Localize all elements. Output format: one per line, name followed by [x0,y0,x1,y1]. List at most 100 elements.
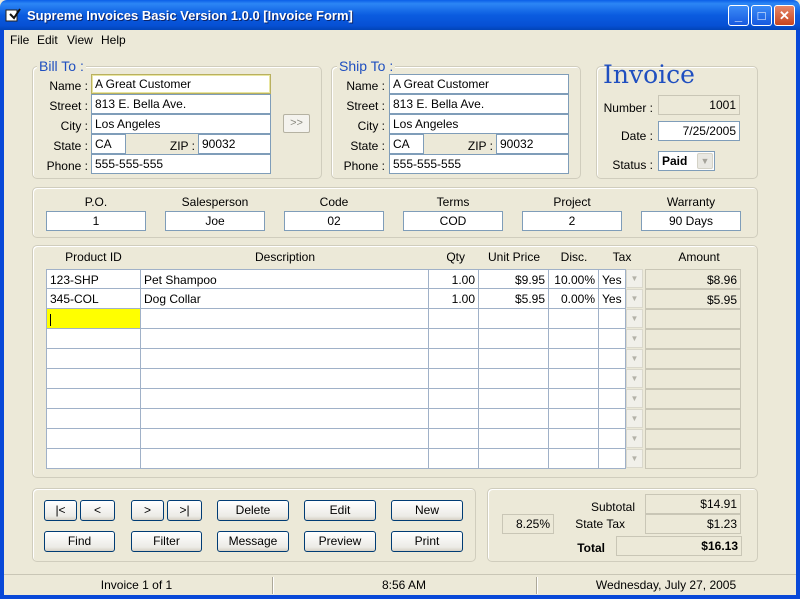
menu-help[interactable]: Help [101,33,126,47]
chevron-down-icon[interactable]: ▼ [626,389,643,408]
grid-cell-qty[interactable] [429,329,479,349]
grid-cell-unit-price[interactable] [479,349,549,369]
bill-phone-field[interactable]: 555-555-555 [91,154,271,174]
bill-name-field[interactable]: A Great Customer [91,74,271,94]
ship-name-field[interactable]: A Great Customer [389,74,569,94]
maximize-button[interactable]: □ [751,5,772,26]
grid-cell-qty[interactable]: 1.00 [429,289,479,309]
grid-cell-unit-price[interactable] [479,369,549,389]
warranty-field[interactable]: 90 Days [641,211,741,231]
menu-view[interactable]: View [67,33,93,47]
grid-cell-tax[interactable] [599,409,626,429]
chevron-down-icon[interactable]: ▼ [626,429,643,448]
grid-cell-tax[interactable]: Yes [599,289,626,309]
chevron-down-icon[interactable]: ▼ [626,449,643,468]
grid-cell-disc[interactable]: 0.00% [549,289,599,309]
grid-cell-unit-price[interactable] [479,389,549,409]
grid-cell-disc[interactable] [549,389,599,409]
grid-cell-disc[interactable] [549,409,599,429]
grid-cell-qty[interactable] [429,449,479,469]
grid-cell-qty[interactable] [429,349,479,369]
grid-cell-disc[interactable] [549,449,599,469]
copy-address-button[interactable]: >> [283,114,310,133]
grid-cell-unit-price[interactable] [479,449,549,469]
grid-cell-product-id[interactable] [46,429,141,449]
grid-cell-description[interactable]: Dog Collar [141,289,429,309]
chevron-down-icon[interactable]: ▼ [626,289,643,308]
grid-cell-description[interactable] [141,309,429,329]
message-button[interactable]: Message [217,531,289,552]
terms-field[interactable]: COD [403,211,503,231]
find-button[interactable]: Find [44,531,115,552]
grid-cell-disc[interactable] [549,329,599,349]
minimize-button[interactable]: _ [728,5,749,26]
grid-cell-description[interactable]: Pet Shampoo [141,269,429,289]
grid-cell-disc[interactable] [549,429,599,449]
grid-cell-product-id[interactable] [46,449,141,469]
grid-cell-product-id[interactable] [46,369,141,389]
grid-cell-disc[interactable] [549,369,599,389]
filter-button[interactable]: Filter [131,531,202,552]
chevron-down-icon[interactable]: ▼ [626,269,643,288]
next-record-button[interactable]: > [131,500,164,521]
grid-cell-tax[interactable]: Yes [599,269,626,289]
bill-state-field[interactable]: CA [91,134,126,154]
bill-street-field[interactable]: 813 E. Bella Ave. [91,94,271,114]
title-bar[interactable]: Supreme Invoices Basic Version 1.0.0 [In… [0,0,800,30]
grid-cell-qty[interactable] [429,389,479,409]
grid-cell-tax[interactable] [599,429,626,449]
grid-cell-tax[interactable] [599,329,626,349]
grid-cell-unit-price[interactable]: $9.95 [479,269,549,289]
grid-cell-disc[interactable]: 10.00% [549,269,599,289]
grid-cell-unit-price[interactable]: $5.95 [479,289,549,309]
grid-cell-tax[interactable] [599,309,626,329]
ship-zip-field[interactable]: 90032 [496,134,569,154]
ship-phone-field[interactable]: 555-555-555 [389,154,569,174]
grid-cell-qty[interactable] [429,369,479,389]
grid-cell-description[interactable] [141,329,429,349]
invoice-date-field[interactable]: 7/25/2005 [658,121,740,141]
ship-street-field[interactable]: 813 E. Bella Ave. [389,94,569,114]
grid-cell-qty[interactable] [429,429,479,449]
invoice-status-dropdown[interactable]: Paid ▼ [658,151,715,171]
grid-cell-unit-price[interactable] [479,309,549,329]
grid-cell-qty[interactable] [429,409,479,429]
ship-state-field[interactable]: CA [389,134,424,154]
grid-cell-product-id[interactable]: 345-COL [46,289,141,309]
chevron-down-icon[interactable]: ▼ [626,349,643,368]
previous-record-button[interactable]: < [80,500,115,521]
chevron-down-icon[interactable]: ▼ [626,369,643,388]
grid-cell-unit-price[interactable] [479,329,549,349]
grid-cell-description[interactable] [141,409,429,429]
grid-cell-disc[interactable] [549,349,599,369]
close-button[interactable]: ✕ [774,5,795,26]
grid-cell-description[interactable] [141,389,429,409]
edit-button[interactable]: Edit [304,500,376,521]
grid-cell-product-id[interactable] [46,309,141,329]
code-field[interactable]: 02 [284,211,384,231]
grid-cell-tax[interactable] [599,389,626,409]
chevron-down-icon[interactable]: ▼ [626,329,643,348]
po-field[interactable]: 1 [46,211,146,231]
grid-cell-unit-price[interactable] [479,409,549,429]
grid-cell-description[interactable] [141,369,429,389]
grid-cell-product-id[interactable] [46,389,141,409]
ship-city-field[interactable]: Los Angeles [389,114,569,134]
menu-file[interactable]: File [10,33,29,47]
grid-cell-product-id[interactable] [46,409,141,429]
grid-cell-product-id[interactable] [46,329,141,349]
grid-cell-qty[interactable]: 1.00 [429,269,479,289]
grid-cell-description[interactable] [141,449,429,469]
grid-cell-description[interactable] [141,429,429,449]
chevron-down-icon[interactable]: ▼ [626,309,643,328]
last-record-button[interactable]: >| [167,500,202,521]
grid-cell-tax[interactable] [599,349,626,369]
tax-rate-field[interactable]: 8.25% [502,514,554,534]
bill-zip-field[interactable]: 90032 [198,134,271,154]
project-field[interactable]: 2 [522,211,622,231]
grid-cell-unit-price[interactable] [479,429,549,449]
grid-cell-description[interactable] [141,349,429,369]
grid-cell-product-id[interactable]: 123-SHP [46,269,141,289]
salesperson-field[interactable]: Joe [165,211,265,231]
grid-cell-disc[interactable] [549,309,599,329]
